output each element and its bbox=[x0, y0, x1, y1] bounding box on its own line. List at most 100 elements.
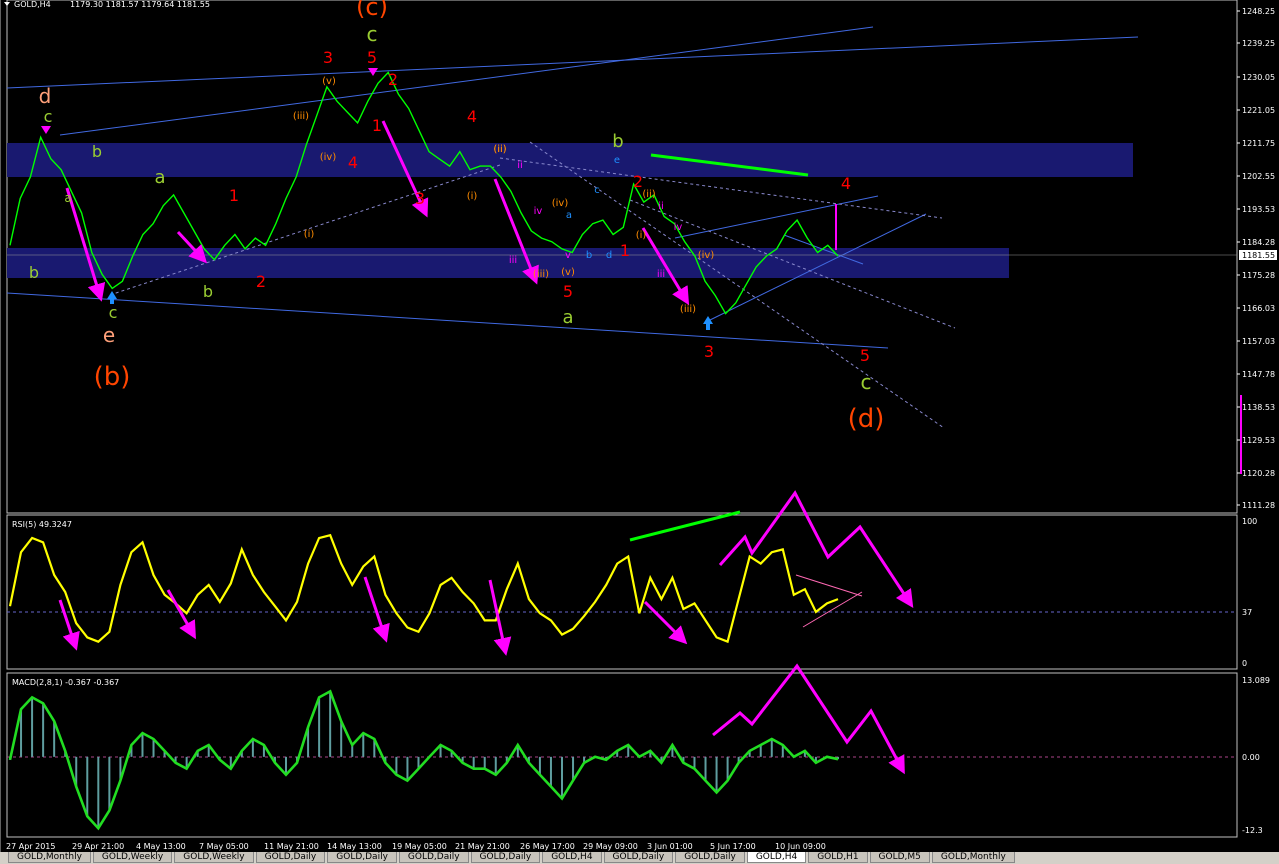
tab-gold-h4[interactable]: GOLD,H4 bbox=[542, 852, 602, 863]
wave-label: c bbox=[44, 107, 53, 126]
rsi-label: RSI(5) 49.3247 bbox=[12, 520, 72, 529]
price-axis-tick: 1166.03 bbox=[1242, 304, 1275, 313]
wave-label: (i) bbox=[636, 230, 647, 241]
resistance-zone bbox=[7, 143, 1133, 177]
time-axis-tick: 3 Jun 01:00 bbox=[647, 842, 693, 851]
tab-gold-daily[interactable]: GOLD,Daily bbox=[255, 852, 326, 863]
wave-label: 2 bbox=[388, 70, 398, 89]
tab-gold-weekly[interactable]: GOLD,Weekly bbox=[174, 852, 254, 863]
macd-label: MACD(2,8,1) -0.367 -0.367 bbox=[12, 678, 119, 687]
wave-label: e bbox=[614, 155, 620, 166]
wave-label: ii bbox=[517, 160, 523, 171]
tab-gold-h4[interactable]: GOLD,H4 bbox=[746, 852, 807, 863]
chart-tabbar: GOLD,Monthly GOLD,Weekly GOLD,Weekly GOLD,D… bbox=[0, 852, 1279, 864]
wave-label: b bbox=[203, 282, 213, 301]
wave-label: (c) bbox=[356, 0, 388, 21]
price-axis-tick: 1157.03 bbox=[1242, 337, 1275, 346]
wave-label: a bbox=[154, 167, 165, 188]
price-axis-tick: 1193.53 bbox=[1242, 205, 1275, 214]
chart-symbol: GOLD,H4 bbox=[14, 0, 51, 9]
wave-label: (ii) bbox=[493, 144, 506, 155]
price-axis-tick: 1120.28 bbox=[1242, 469, 1275, 478]
price-axis-tick: 1147.78 bbox=[1242, 370, 1275, 379]
chart-ohlc: 1179.30 1181.57 1179.64 1181.55 bbox=[70, 0, 210, 9]
wave-label: b bbox=[586, 250, 592, 261]
wave-label: c bbox=[594, 185, 600, 196]
price-axis-tick: 1239.25 bbox=[1242, 39, 1275, 48]
wave-label: a bbox=[566, 210, 572, 221]
rsi-axis-tick: 0 bbox=[1242, 659, 1247, 668]
wave-label: 5 bbox=[860, 346, 870, 365]
time-axis-tick: 7 May 05:00 bbox=[199, 842, 249, 851]
time-axis-tick: 5 Jun 17:00 bbox=[710, 842, 756, 851]
wave-label: c bbox=[861, 370, 872, 394]
time-axis-tick: 19 May 05:00 bbox=[392, 842, 447, 851]
time-axis-tick: 29 Apr 21:00 bbox=[72, 842, 124, 851]
wave-label: 1 bbox=[229, 186, 239, 205]
macd-axis-tick: -12.3 bbox=[1242, 826, 1263, 835]
wave-label: v bbox=[565, 250, 571, 261]
price-axis-tick: 1175.28 bbox=[1242, 271, 1275, 280]
wave-label: b bbox=[29, 263, 39, 282]
wave-label: e bbox=[103, 323, 115, 347]
tab-gold-daily[interactable]: GOLD,Daily bbox=[470, 852, 541, 863]
time-axis-tick: 26 May 17:00 bbox=[520, 842, 575, 851]
wave-label: 1 bbox=[372, 116, 382, 135]
tab-gold-daily[interactable]: GOLD,Daily bbox=[398, 852, 469, 863]
wave-label: 3 bbox=[704, 342, 714, 361]
price-axis-tick: 1221.05 bbox=[1242, 106, 1275, 115]
wave-label: (v) bbox=[322, 76, 336, 87]
time-axis-tick: 11 May 21:00 bbox=[264, 842, 319, 851]
tab-gold-daily[interactable]: GOLD,Daily bbox=[327, 852, 397, 863]
time-axis-tick: 29 May 09:00 bbox=[583, 842, 638, 851]
wave-label: (iv) bbox=[698, 250, 715, 261]
wave-label: 5 bbox=[367, 48, 377, 67]
wave-label: (iv) bbox=[320, 152, 337, 163]
time-axis-tick: 10 Jun 09:00 bbox=[775, 842, 826, 851]
wave-label: (iii) bbox=[680, 304, 696, 315]
wave-label: (i) bbox=[467, 191, 478, 202]
wave-label: a bbox=[562, 307, 573, 328]
wave-label: (b) bbox=[94, 362, 131, 392]
tab-gold-m5[interactable]: GOLD,M5 bbox=[869, 852, 930, 863]
wave-label: (v) bbox=[561, 267, 575, 278]
tab-gold-weekly[interactable]: GOLD,Weekly bbox=[92, 852, 173, 863]
current-price-label: 1181.55 bbox=[1242, 251, 1275, 260]
wave-label: 4 bbox=[841, 174, 851, 193]
time-axis-tick: 27 Apr 2015 bbox=[6, 842, 55, 851]
wave-label: (iii) bbox=[293, 111, 309, 122]
wave-label: (d) bbox=[848, 404, 885, 434]
tab-gold-daily[interactable]: GOLD,Daily bbox=[603, 852, 674, 863]
wave-label: (ii) bbox=[642, 189, 655, 200]
wave-label: ii bbox=[658, 201, 664, 212]
wave-label: (i) bbox=[304, 229, 315, 240]
price-axis-tick: 1230.05 bbox=[1242, 73, 1275, 82]
rsi-axis: 100 37 0 bbox=[1242, 517, 1257, 668]
price-axis-tick: 1138.53 bbox=[1242, 403, 1275, 412]
wave-label: 5 bbox=[563, 282, 573, 301]
wave-label: 3 bbox=[323, 48, 333, 67]
tab-gold-monthly[interactable]: GOLD,Monthly bbox=[8, 852, 91, 863]
wave-label: b bbox=[92, 142, 102, 161]
wave-label: 1 bbox=[620, 241, 630, 260]
tab-gold-h1[interactable]: GOLD,H1 bbox=[808, 852, 868, 863]
price-axis-tick: 1202.55 bbox=[1242, 172, 1275, 181]
rsi-axis-tick: 37 bbox=[1242, 608, 1252, 617]
wave-label: c bbox=[367, 22, 378, 46]
wave-label: d bbox=[606, 250, 612, 261]
wave-label: iii bbox=[657, 269, 665, 280]
wave-label: (iii) bbox=[533, 269, 549, 280]
time-axis: 27 Apr 2015 29 Apr 21:00 4 May 13:00 7 May … bbox=[6, 842, 826, 851]
tab-gold-monthly[interactable]: GOLD,Monthly bbox=[931, 852, 1015, 863]
time-axis-tick: 21 May 21:00 bbox=[455, 842, 510, 851]
wave-label: c bbox=[109, 303, 118, 322]
wave-label: 2 bbox=[256, 272, 266, 291]
price-chart[interactable]: (c)c532143(v)(iii)(iv)(i)(ii)dcbaa1bb2ce… bbox=[0, 0, 1279, 864]
tab-gold-daily[interactable]: GOLD,Daily bbox=[675, 852, 745, 863]
wave-label: 4 bbox=[467, 107, 477, 126]
time-axis-tick: 4 May 13:00 bbox=[136, 842, 186, 851]
price-axis-tick: 1111.28 bbox=[1242, 501, 1275, 510]
price-axis-tick: 1184.28 bbox=[1242, 238, 1275, 247]
time-axis-tick: 14 May 13:00 bbox=[327, 842, 382, 851]
macd-axis-tick: 13.089 bbox=[1242, 676, 1270, 685]
